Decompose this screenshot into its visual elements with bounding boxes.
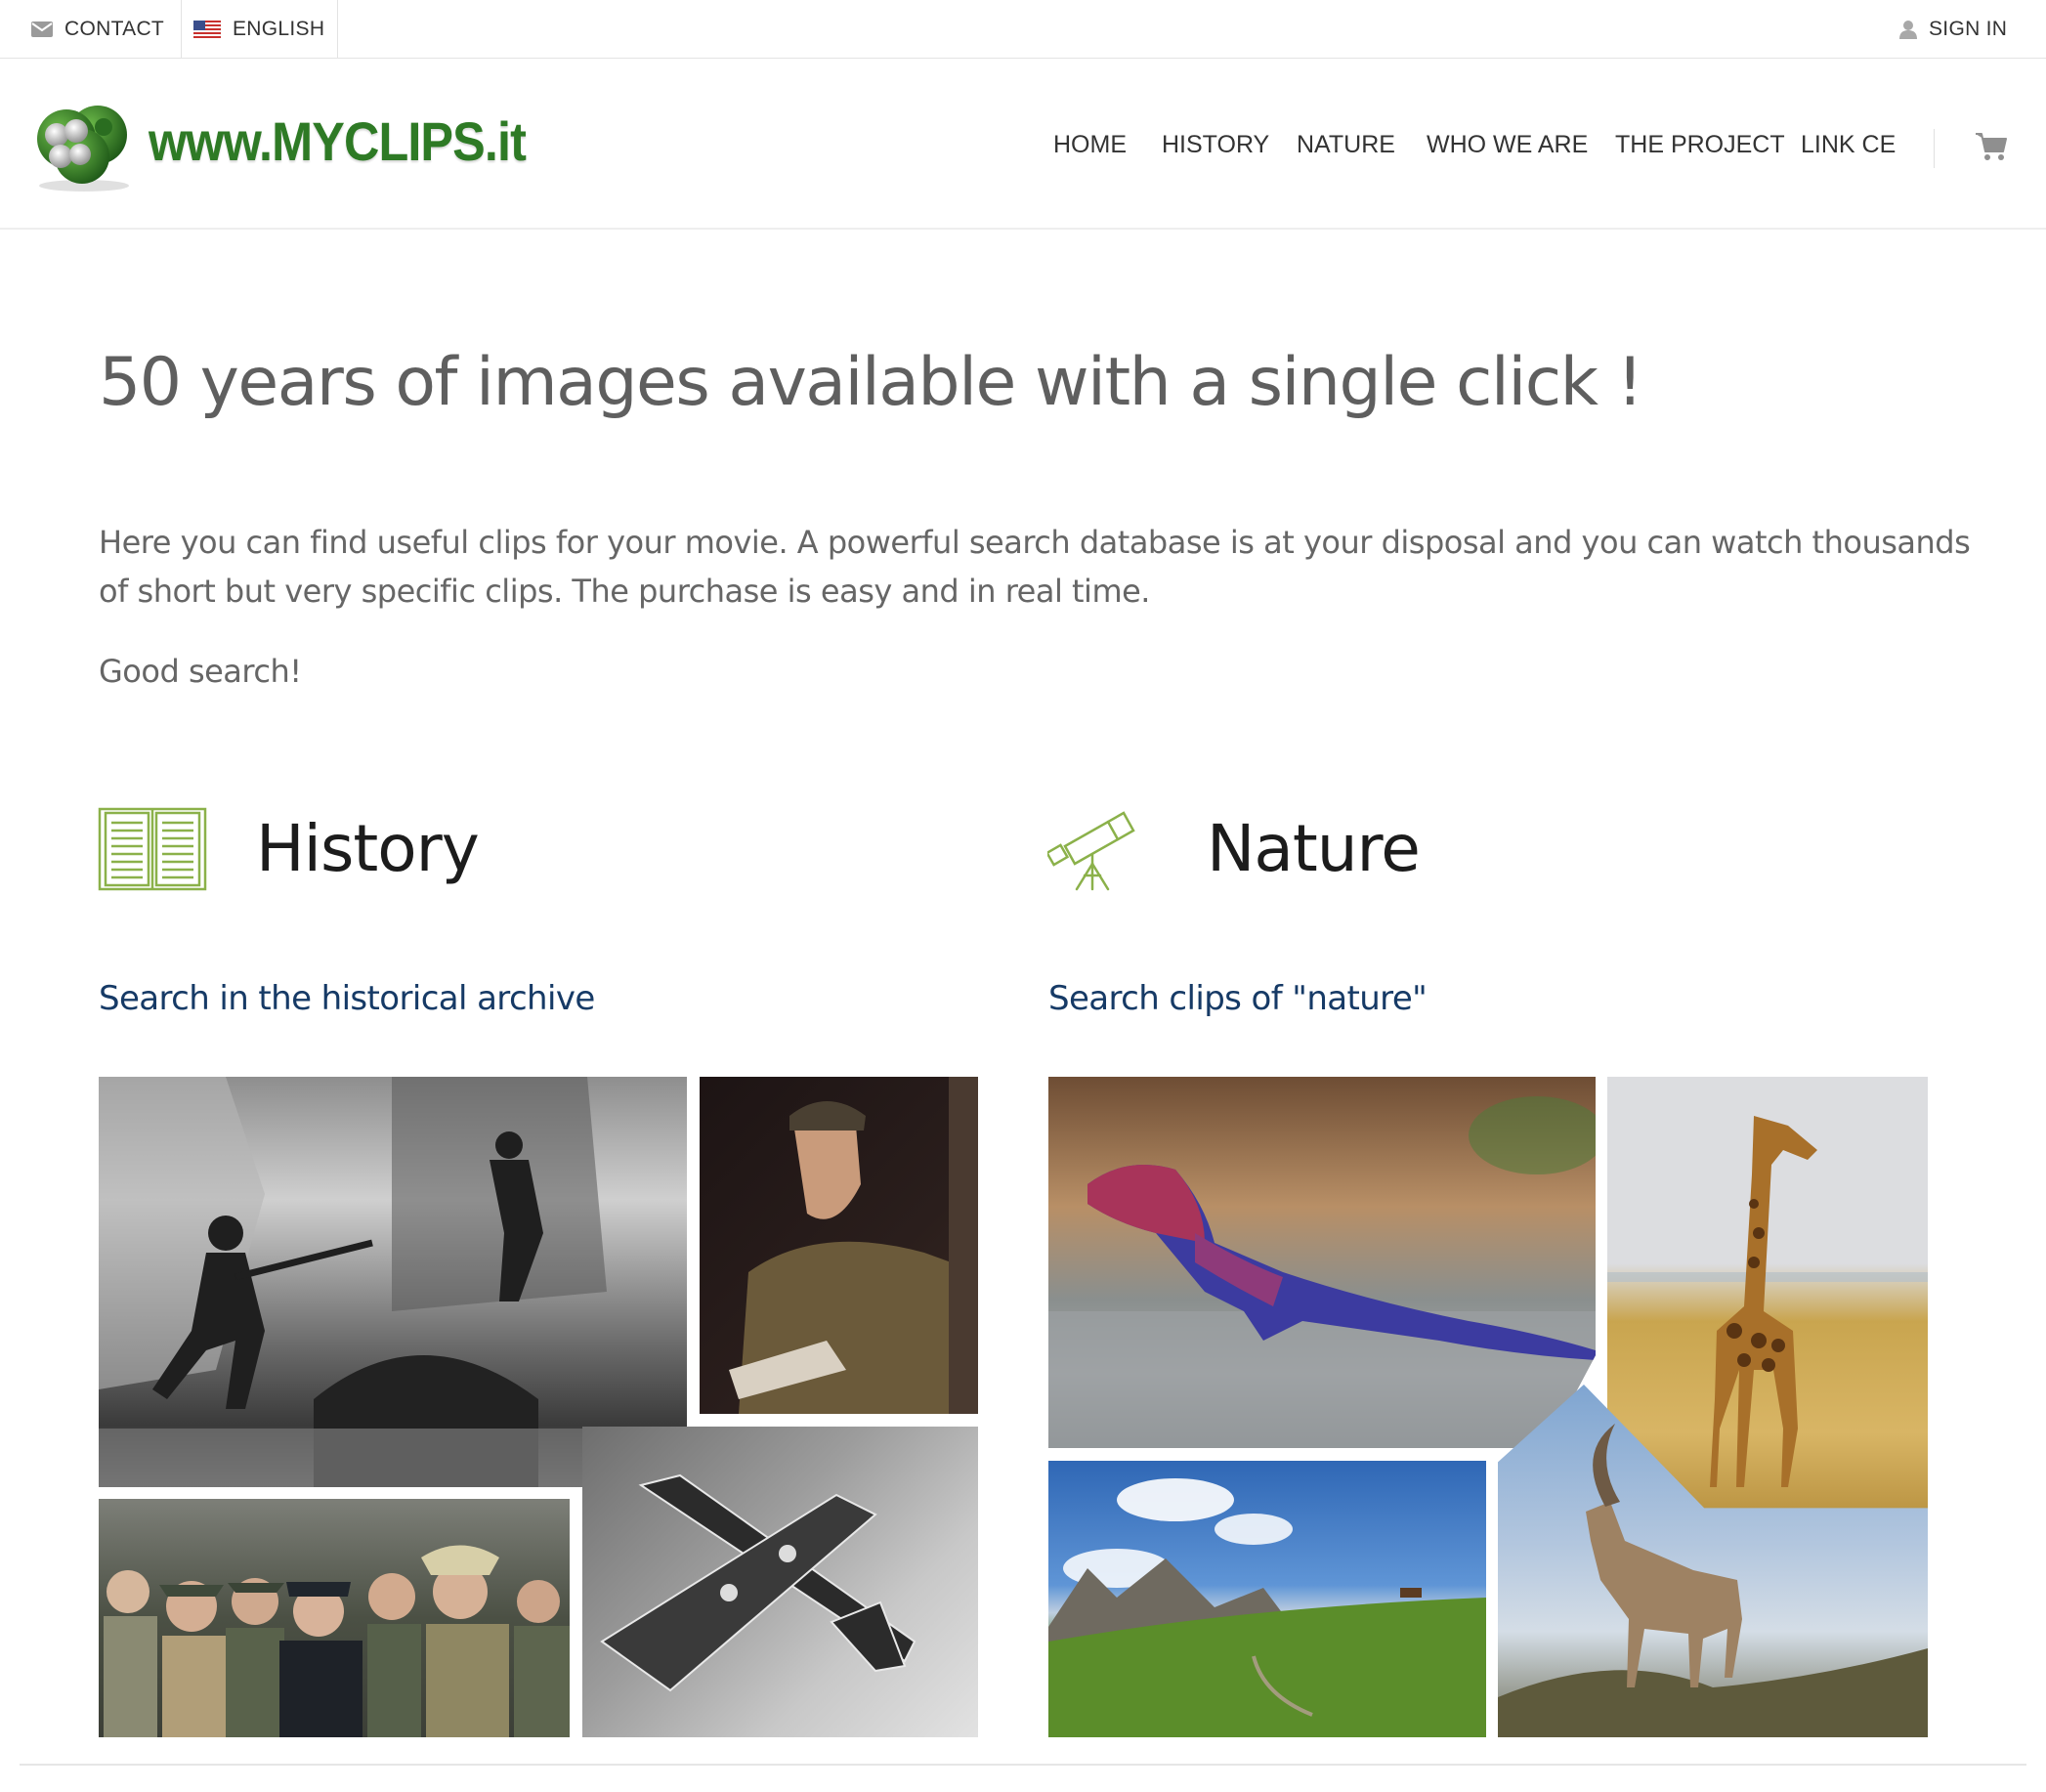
contact-link[interactable]: CONTACT (31, 0, 164, 59)
soldier-ruins-photo (99, 1077, 687, 1487)
envelope-icon (31, 21, 53, 37)
nature-clips-link[interactable]: Search clips of "nature" (1048, 979, 1428, 1018)
us-flag-icon (193, 21, 221, 38)
officers-group-photo (99, 1499, 570, 1737)
language-label: ENGLISH (233, 18, 325, 40)
site-header: www.MYCLIPS.it HOME HISTORY NATURE WHO W… (0, 59, 2046, 230)
mountain-meadow-photo (1048, 1461, 1486, 1737)
page-headline: 50 years of images available with a sing… (99, 344, 1643, 421)
history-collage[interactable] (99, 1077, 978, 1737)
contact-label: CONTACT (64, 18, 165, 40)
giraffe-photo (1607, 1077, 1928, 1521)
open-book-icon (98, 807, 207, 891)
nature-title: Nature (1207, 811, 1421, 886)
logo-film-reels-icon[interactable] (29, 100, 135, 198)
history-archive-link[interactable]: Search in the historical archive (99, 979, 595, 1018)
logo-text[interactable]: www.MYCLIPS.it (149, 109, 527, 173)
history-title: History (256, 811, 480, 886)
top-bar: CONTACT ENGLISH SIGN IN (0, 0, 2046, 59)
bottom-divider (20, 1764, 2026, 1766)
nav-home[interactable]: HOME (1053, 125, 1127, 164)
topbar-divider (181, 0, 182, 59)
user-icon (1899, 21, 1917, 39)
sign-in-link[interactable]: SIGN IN (1899, 0, 2007, 59)
nav-nature[interactable]: NATURE (1297, 125, 1395, 164)
nav-history[interactable]: HISTORY (1162, 125, 1269, 164)
shopping-cart-icon[interactable] (1976, 132, 2007, 166)
nav-who-we-are[interactable]: WHO WE ARE (1427, 125, 1588, 164)
bomber-plane-photo (582, 1427, 978, 1737)
sign-in-label: SIGN IN (1929, 18, 2008, 40)
officer-portrait-photo (700, 1077, 978, 1414)
nav-divider (1934, 129, 1935, 168)
lizard-photo (1048, 1077, 1596, 1448)
closing-text: Good search! (99, 653, 302, 690)
language-selector[interactable]: ENGLISH (193, 0, 324, 59)
nav-the-project[interactable]: THE PROJECT (1615, 125, 1785, 164)
telescope-icon (1047, 811, 1135, 891)
topbar-divider (337, 0, 338, 59)
nav-link-ce[interactable]: LINK CE (1801, 125, 1896, 164)
nature-collage[interactable] (1048, 1077, 1928, 1737)
intro-paragraph: Here you can find useful clips for your … (99, 524, 1971, 610)
